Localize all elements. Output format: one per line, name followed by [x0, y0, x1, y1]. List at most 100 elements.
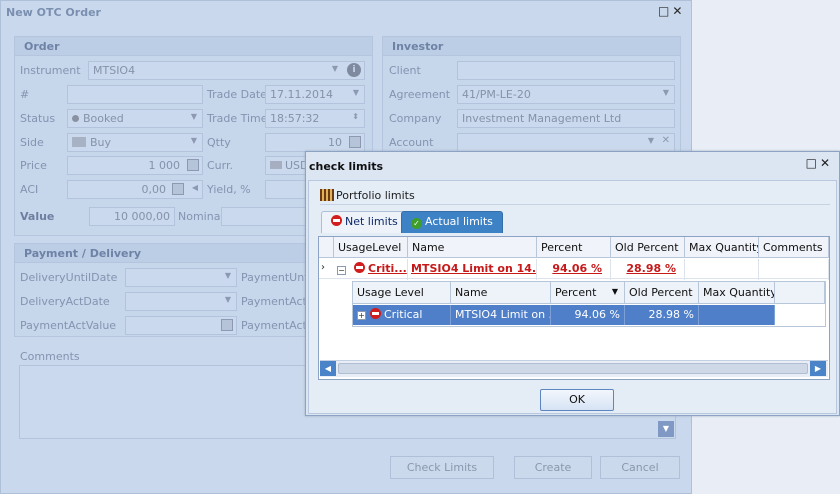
critical-icon [354, 262, 365, 273]
company-label: Company [389, 112, 442, 125]
collapse-icon[interactable]: − [337, 266, 346, 275]
account-label: Account [389, 136, 434, 149]
calculator-icon[interactable] [349, 136, 361, 148]
chevron-down-icon: ▼ [352, 88, 359, 97]
payment-until-label: PaymentUntil [241, 271, 315, 284]
instrument-label: Instrument [20, 64, 81, 77]
delivery-until-field[interactable]: ▼ [125, 268, 237, 287]
number-label: # [20, 88, 30, 101]
check-icon: ✓ [411, 218, 422, 229]
sort-desc-icon: ▼ [611, 287, 618, 296]
row-percent: 94.06 % [552, 262, 602, 275]
row-usage-level: Criti... [368, 262, 407, 275]
value-field: 10 000,00 [89, 207, 175, 226]
chevron-down-icon: ▼ [224, 295, 231, 304]
agreement-label: Agreement [389, 88, 451, 101]
portfolio-limits-label: Portfolio limits [336, 189, 415, 202]
account-select[interactable]: ▼ ✕ [457, 133, 675, 152]
nominal-field[interactable] [221, 207, 311, 226]
delivery-act-label: DeliveryActDate [20, 295, 110, 308]
sub-col-empty [775, 282, 825, 304]
chevron-down-icon: ▼ [647, 136, 654, 145]
nominal-label: Nominal [178, 210, 224, 223]
sub-col-percent[interactable]: Percent ▼ [551, 282, 625, 304]
row-pointer-icon: › [321, 262, 325, 273]
payment-act-c-label: PaymentActC [241, 319, 315, 332]
comments-label: Comments [20, 350, 80, 363]
table-row[interactable]: › − Criti... MTSIO4 Limit on 14... 94.06… [319, 259, 829, 280]
price-label: Price [20, 159, 47, 172]
clear-icon[interactable]: ✕ [662, 135, 670, 146]
yield-label: Yield, % [207, 183, 251, 196]
basket-icon [72, 137, 86, 147]
flag-icon [270, 161, 282, 169]
detail-usage-level: Critical [384, 308, 423, 321]
scroll-thumb[interactable] [338, 363, 808, 374]
order-header: Order [15, 37, 372, 56]
close-icon[interactable]: ✕ [820, 156, 833, 170]
col-old-percent[interactable]: Old Percent [611, 237, 685, 258]
row-old-percent: 28.98 % [626, 262, 676, 275]
row-max-quantity [685, 259, 759, 280]
col-name[interactable]: Name [408, 237, 537, 258]
calculator-icon[interactable] [187, 159, 199, 171]
delivery-act-field[interactable]: ▼ [125, 292, 237, 311]
dialog-body: Portfolio limits Net limits ✓ Actual limi… [308, 180, 837, 414]
aci-label: ACI [20, 183, 39, 196]
number-field[interactable] [67, 85, 203, 104]
scroll-right-icon[interactable]: ▶ [810, 361, 826, 376]
tab-net-limits[interactable]: Net limits [321, 211, 408, 233]
agreement-select[interactable]: 41/PM-LE-20 ▼ [457, 85, 675, 104]
cancel-button[interactable]: Cancel [600, 456, 680, 479]
col-max-quantity[interactable]: Max Quantity [685, 237, 759, 258]
detail-grid: Usage Level Name Percent ▼ Old Percent Ma… [352, 281, 826, 327]
maximize-icon[interactable]: □ [658, 4, 672, 18]
spin-icon: ⬍ [352, 112, 359, 121]
chevron-down-icon[interactable]: ▼ [658, 421, 674, 437]
check-limits-dialog: check limits □✕ Portfolio limits Net lim… [305, 151, 840, 416]
critical-icon [370, 308, 381, 319]
sub-col-usage-level[interactable]: Usage Level [353, 282, 451, 304]
value-label: Value [20, 210, 55, 223]
sub-col-old-percent[interactable]: Old Percent [625, 282, 699, 304]
detail-max-quantity [699, 305, 775, 325]
company-field: Investment Management Ltd [457, 109, 675, 128]
row-name: MTSIO4 Limit on 14... [411, 262, 537, 275]
ok-button[interactable]: OK [540, 389, 614, 411]
check-limits-button[interactable]: Check Limits [390, 456, 494, 479]
sub-col-name[interactable]: Name [451, 282, 551, 304]
grid-indicator-header [319, 237, 334, 258]
dialog-title: check limits [309, 160, 384, 173]
calculator-icon[interactable] [221, 319, 233, 331]
price-field[interactable]: 1 000 [67, 156, 203, 175]
create-button[interactable]: Create [514, 456, 592, 479]
detail-old-percent: 28.98 % [625, 305, 699, 325]
expand-icon[interactable]: + [357, 311, 366, 320]
close-icon[interactable]: ✕ [672, 4, 685, 18]
maximize-icon[interactable]: □ [806, 156, 820, 170]
col-comments[interactable]: Comments [759, 237, 829, 258]
col-percent[interactable]: Percent [537, 237, 611, 258]
trade-time-label: Trade Time [207, 112, 268, 125]
aci-field[interactable]: 0,00 ◀ [67, 180, 203, 199]
instrument-select[interactable]: MTSIO4 ▼ [88, 61, 365, 80]
info-icon[interactable]: i [347, 63, 361, 77]
payment-header: Payment / Delivery [15, 244, 308, 263]
col-usage-level[interactable]: UsageLevel [334, 237, 408, 258]
detail-row[interactable]: + Critical MTSIO4 Limit on ... 94.06 % 28… [353, 305, 775, 325]
chevron-down-icon: ▼ [662, 88, 669, 97]
trade-time-field[interactable]: 18:57:32 ⬍ [265, 109, 365, 128]
critical-icon [331, 215, 342, 226]
calculator-icon[interactable] [172, 183, 184, 195]
side-select[interactable]: Buy ▼ [67, 133, 203, 152]
qtty-field[interactable]: 10 [265, 133, 365, 152]
payment-act-value-field[interactable] [125, 316, 237, 335]
chevron-left-icon[interactable]: ◀ [192, 183, 198, 192]
client-field[interactable] [457, 61, 675, 80]
trade-date-field[interactable]: 17.11.2014 ▼ [265, 85, 365, 104]
scroll-left-icon[interactable]: ◀ [320, 361, 336, 376]
status-select[interactable]: Booked ▼ [67, 109, 203, 128]
horizontal-scrollbar[interactable]: ◀ ▶ [320, 360, 828, 377]
tab-actual-limits[interactable]: ✓ Actual limits [401, 211, 503, 233]
sub-col-max-quantity[interactable]: Max Quantity [699, 282, 775, 304]
